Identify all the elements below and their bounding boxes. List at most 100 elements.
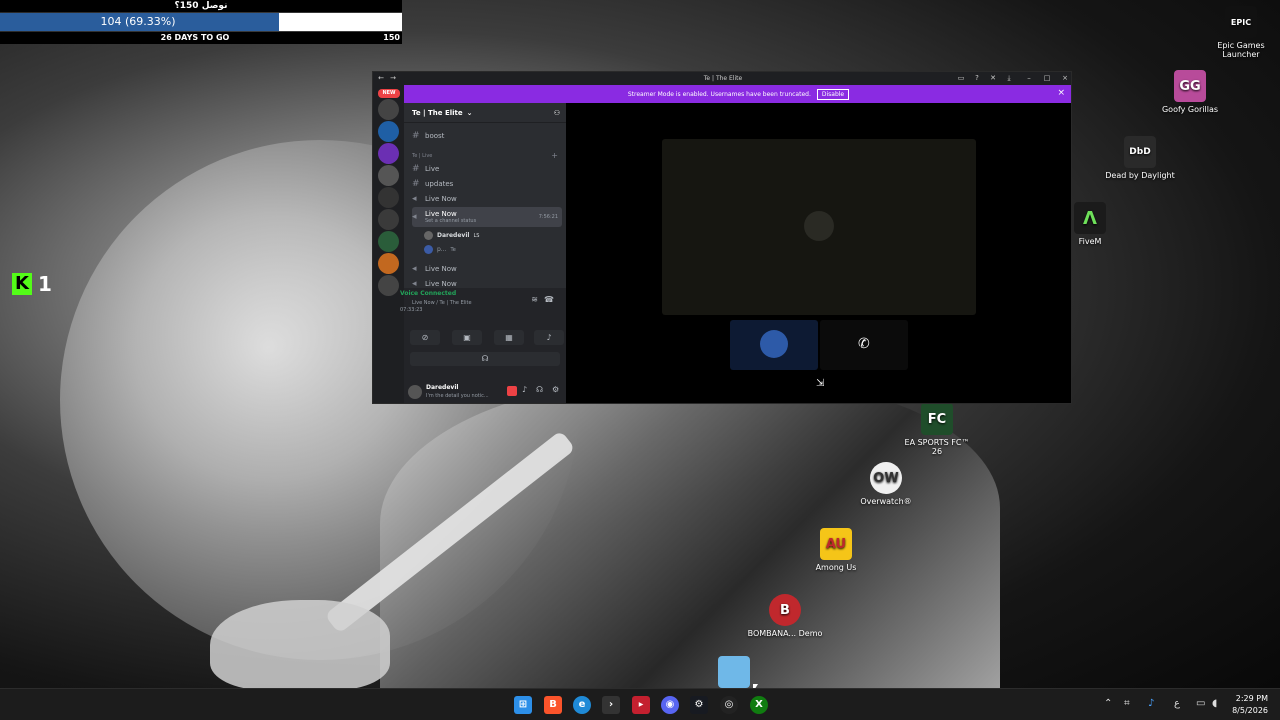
hash-icon: #: [412, 130, 420, 141]
monitor-icon[interactable]: ▭: [1196, 698, 1205, 709]
fivem-icon: Λ: [1074, 202, 1106, 234]
gear-icon[interactable]: ⚙: [552, 385, 559, 394]
voice-channel-live-now[interactable]: ◂ Live Now: [412, 262, 562, 275]
category-name: Te | Live: [412, 152, 433, 159]
terminal-icon[interactable]: ›: [602, 696, 620, 714]
avatar: [424, 231, 433, 240]
network-icon[interactable]: ⌗: [1124, 698, 1130, 709]
close-icon[interactable]: ×: [1057, 88, 1065, 98]
tools-icon[interactable]: ✕: [987, 72, 999, 85]
server-icon[interactable]: [378, 209, 399, 230]
headphones-button[interactable]: ☊: [410, 352, 560, 366]
chevron-up-icon[interactable]: ⌃: [1104, 698, 1112, 709]
goal-days-left: 26 DAYS TO GO: [160, 33, 230, 42]
chevron-down-icon: ⌄: [466, 108, 473, 117]
goal-footer: 26 DAYS TO GO 150: [0, 32, 402, 44]
server-icon[interactable]: [378, 187, 399, 208]
microphone-icon[interactable]: ♪: [522, 385, 527, 394]
voice-channel-live-now-active[interactable]: ◂ Live Now Set a channel status 7:56:21: [412, 207, 562, 227]
download-icon[interactable]: ⤓: [1003, 72, 1015, 85]
goal-progress-bar: 104 (69.33%): [0, 13, 402, 31]
discord-titlebar: ← → Te | The Elite ▭ ? ✕ ⤓ – □ ×: [373, 72, 1071, 85]
desktop-icon-label: Dead by Daylight: [1105, 171, 1175, 180]
steam-icon[interactable]: ⚙: [690, 696, 708, 714]
server-icon[interactable]: [378, 121, 399, 142]
close-icon[interactable]: ×: [1059, 72, 1071, 85]
headphones-icon[interactable]: ☊: [536, 385, 543, 394]
member-tag: Te: [450, 246, 456, 253]
channel-status: Set a channel status: [425, 218, 477, 224]
desktop-icon-stumble[interactable]: [696, 656, 772, 691]
soundboard-button[interactable]: ♪: [534, 330, 564, 345]
channel-name: boost: [425, 131, 445, 140]
desktop-icon-overwatch[interactable]: OW Overwatch®: [848, 462, 924, 506]
server-icon[interactable]: [378, 231, 399, 252]
help-icon[interactable]: ?: [971, 72, 983, 85]
maximize-icon[interactable]: □: [1041, 72, 1053, 85]
kick-viewer-badge: K 1: [12, 272, 52, 296]
channel-boost[interactable]: # boost: [412, 129, 562, 142]
channel-name: Live Now: [425, 279, 457, 288]
desktop-icon-among-us[interactable]: AU Among Us: [798, 528, 874, 572]
fullscreen-icon[interactable]: ⇲: [816, 378, 824, 389]
desktop-icon-label: Among Us: [815, 563, 857, 572]
user-avatar[interactable]: [408, 385, 422, 399]
category-te-live[interactable]: Te | Live +: [412, 149, 562, 162]
speaker-icon: ◂: [412, 263, 417, 274]
speaker-icon: ◂: [412, 278, 417, 289]
voice-channel-live-now[interactable]: ◂ Live Now: [412, 192, 562, 205]
streamer-mode-text: Streamer Mode is enabled. Usernames have…: [627, 90, 811, 98]
discord-icon[interactable]: ◉: [661, 696, 679, 714]
channel-name: Live: [425, 164, 440, 173]
activities-button[interactable]: ▦: [494, 330, 524, 345]
xbox-icon[interactable]: X: [750, 696, 768, 714]
screen-share-tile[interactable]: [662, 139, 976, 315]
voice-stage: ✆ ⇲: [566, 103, 1071, 403]
server-icon[interactable]: [378, 275, 399, 296]
video-editor-icon[interactable]: ▶: [632, 696, 650, 714]
desktop-icon-goofy-gorillas[interactable]: GG Goofy Gorillas: [1152, 70, 1228, 114]
volume-icon[interactable]: ◖: [1212, 698, 1217, 709]
overwatch-icon: OW: [870, 462, 902, 494]
server-header[interactable]: Te | The Elite ⌄ ⚇: [404, 103, 566, 123]
desktop-icon-ea-sports-fc[interactable]: FC EA SPORTS FC™ 26: [899, 403, 975, 456]
language-indicator[interactable]: ع: [1174, 698, 1180, 709]
desktop-icon-epic-games[interactable]: EPIC Epic Games Launcher: [1203, 6, 1279, 59]
disable-streamer-mode-button[interactable]: Disable: [816, 88, 850, 100]
voice-location: Live Now / Te | The Elite: [412, 300, 472, 306]
add-member-icon[interactable]: ⚇: [554, 109, 560, 117]
speaker-icon: ◂: [412, 212, 417, 222]
microphone-icon[interactable]: ♪: [1148, 698, 1154, 709]
disconnect-icon[interactable]: ☎: [544, 295, 554, 304]
voice-member[interactable]: p... Te: [424, 243, 574, 256]
noise-suppression-icon[interactable]: ≋: [531, 295, 538, 304]
screen-share-button[interactable]: ▣: [452, 330, 482, 345]
desktop-icon-bombana-demo[interactable]: B BOMBANA... Demo: [747, 594, 823, 638]
ea-sports-fc-icon: FC: [921, 403, 953, 435]
inbox-icon[interactable]: ▭: [955, 72, 967, 85]
server-icon[interactable]: [378, 165, 399, 186]
minimize-icon[interactable]: –: [1023, 72, 1035, 85]
channel-updates[interactable]: # updates: [412, 177, 562, 190]
add-channel-icon[interactable]: +: [551, 151, 558, 160]
participant-tile[interactable]: ✆: [820, 320, 908, 370]
bombana-icon: B: [769, 594, 801, 626]
stream-goal-overlay: نوصل 150؟ 104 (69.33%) 26 DAYS TO GO 150: [0, 0, 402, 44]
windows-start-icon[interactable]: ⊞: [514, 696, 532, 714]
edge-browser-icon[interactable]: e: [573, 696, 591, 714]
system-clock[interactable]: 2:29 PM 8/5/2026: [1232, 693, 1268, 717]
participant-tile[interactable]: [730, 320, 818, 370]
server-icon[interactable]: [378, 253, 399, 274]
server-icon[interactable]: [378, 143, 399, 164]
obs-icon[interactable]: ◎: [720, 696, 738, 714]
server-icon[interactable]: [378, 99, 399, 120]
camera-off-button[interactable]: ⊘: [410, 330, 440, 345]
voice-member[interactable]: Daredevil LS: [424, 229, 574, 242]
brave-browser-icon[interactable]: B: [544, 696, 562, 714]
channel-live[interactable]: # Live: [412, 162, 562, 175]
desktop-icon-label: Overwatch®: [860, 497, 912, 506]
taskbar: ⊞ B e › ▶ ◉ ⚙ ◎ X ⌃ ⌗ ♪ ع ▭ ◖ 2:29 PM 8/…: [0, 688, 1280, 720]
user-name: Daredevil: [426, 384, 459, 391]
hash-icon: #: [412, 163, 420, 174]
desktop-icon-dead-by-daylight[interactable]: DbD Dead by Daylight: [1102, 136, 1178, 180]
